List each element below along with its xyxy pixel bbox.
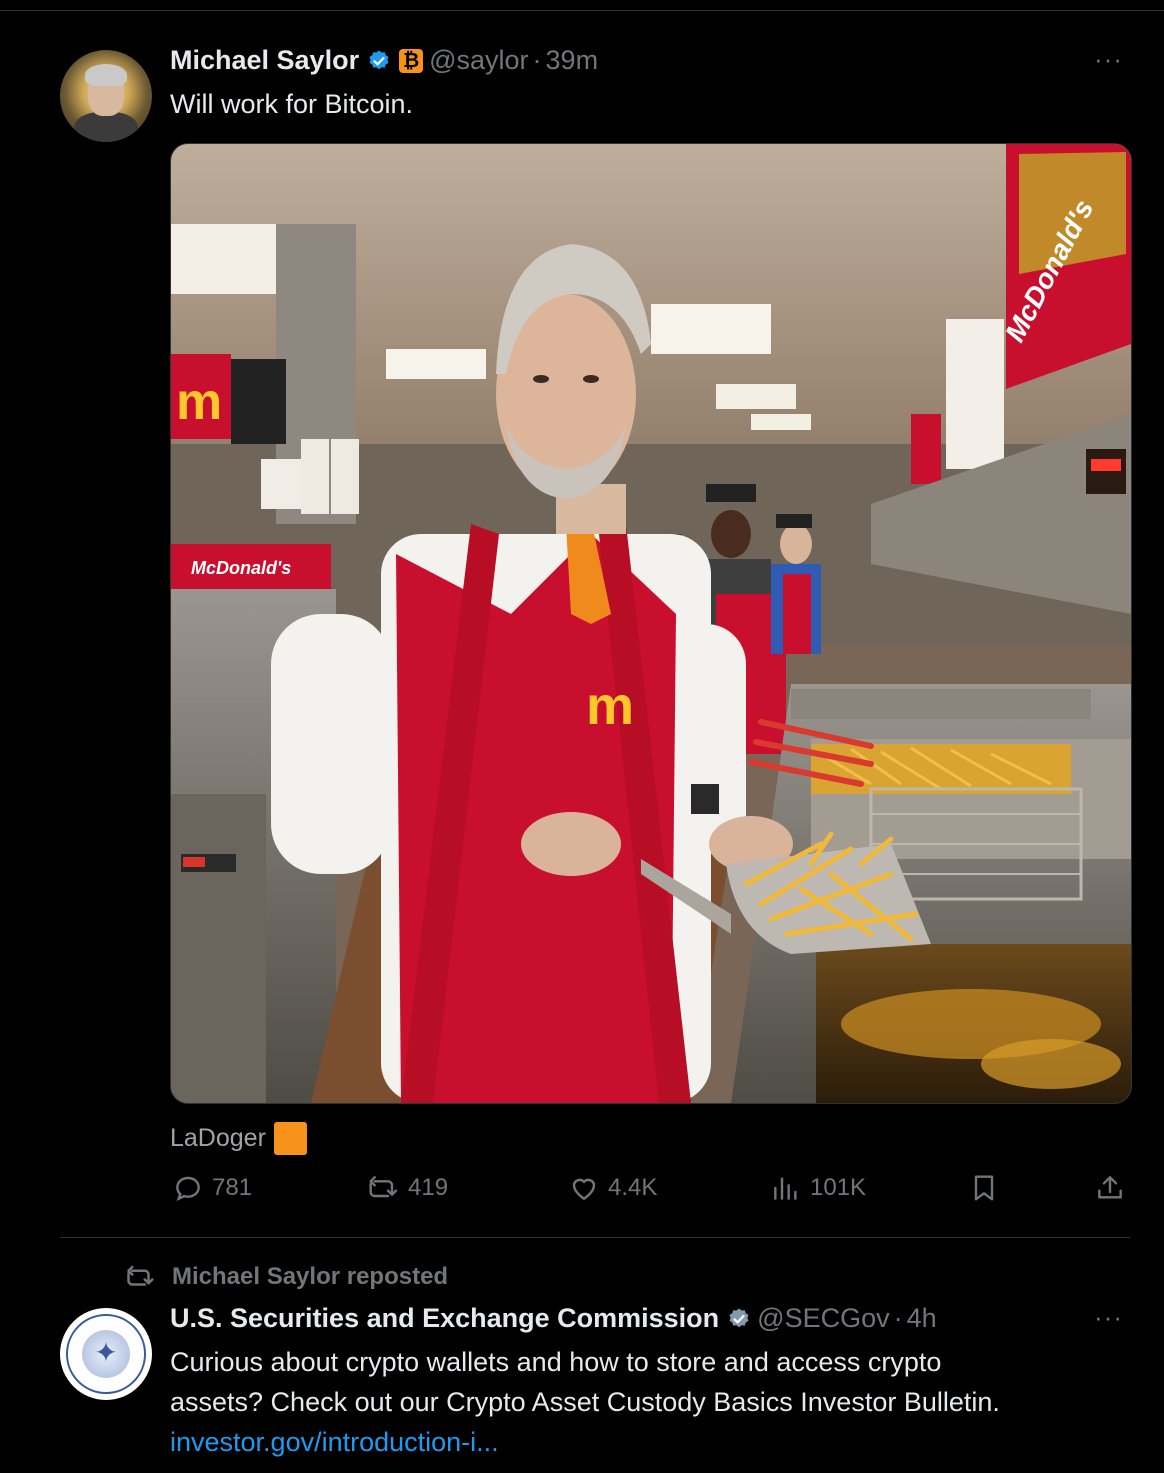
author-name[interactable]: Michael Saylor [170, 45, 359, 76]
repost-icon [369, 1176, 398, 1198]
tweet2-text: Curious about crypto wallets and how to … [170, 1342, 1000, 1462]
author-handle[interactable]: @SECGov [757, 1303, 889, 1334]
share-icon [1098, 1176, 1122, 1199]
repost-indicator-icon [127, 1265, 154, 1286]
tweet1-actions: 781 419 4.4K 101K [0, 1172, 1164, 1212]
top-divider [0, 10, 1164, 11]
tweet2-text-line1: Curious about crypto wallets and how to … [170, 1347, 942, 1377]
repost-count: 419 [408, 1174, 449, 1201]
author-name[interactable]: U.S. Securities and Exchange Commission [170, 1303, 719, 1334]
avatar-body [74, 112, 138, 142]
avatar-hair [85, 64, 127, 86]
eagle-icon: ✦ [94, 1337, 118, 1368]
separator-dot: · [532, 45, 542, 75]
bookmark-icon [974, 1175, 994, 1201]
heart-icon [572, 1178, 596, 1201]
view-count: 101K [810, 1174, 867, 1201]
post-time[interactable]: 4h [907, 1303, 937, 1334]
image-caption: LaDoger [170, 1122, 307, 1155]
post-time[interactable]: 39m [546, 45, 599, 76]
bookmark-button[interactable] [968, 1172, 1008, 1204]
repost-indicator[interactable]: Michael Saylor reposted [126, 1262, 448, 1292]
tweet2-link[interactable]: investor.gov/introduction-i... [170, 1422, 1000, 1462]
reply-count: 781 [212, 1174, 253, 1201]
mcdonalds-sign-small: McDonald's [191, 558, 291, 578]
reply-icon [176, 1176, 200, 1201]
verified-badge-icon [369, 50, 389, 69]
author-handle[interactable]: @saylor [429, 45, 528, 76]
verified-gray-badge-icon [729, 1308, 749, 1327]
tweet2-text-line2: assets? Check out our Crypto Asset Custo… [170, 1387, 1000, 1417]
separator-dot: · [893, 1303, 903, 1333]
share-button[interactable] [1094, 1172, 1134, 1204]
avatar-sec[interactable]: ✦ [60, 1308, 152, 1400]
orange-square-icon [273, 1122, 307, 1155]
tweet-divider [60, 1237, 1130, 1238]
more-options-icon[interactable]: ··· [1094, 1302, 1123, 1333]
caption-text: LaDoger [170, 1124, 266, 1152]
kitchen-photo: m McDonald's McDonald's m [171, 144, 1131, 1103]
tweet-media-image[interactable]: m McDonald's McDonald's m [170, 143, 1132, 1104]
apron-logo: m [586, 676, 634, 736]
more-options-icon[interactable]: ··· [1094, 44, 1123, 75]
like-button[interactable]: 4.4K [568, 1172, 657, 1204]
tweet1-header: Michael Saylor ₿ @saylor · 39m [170, 45, 598, 76]
like-count: 4.4K [608, 1174, 658, 1201]
avatar-saylor[interactable] [60, 50, 152, 142]
reply-button[interactable]: 781 [172, 1172, 252, 1204]
tweet2-header: U.S. Securities and Exchange Commission … [170, 1303, 937, 1334]
bitcoin-badge-icon: ₿ [399, 48, 424, 73]
views-button[interactable]: 101K [770, 1172, 866, 1204]
repost-button[interactable]: 419 [368, 1172, 448, 1204]
repost-indicator-text: Michael Saylor reposted [172, 1263, 449, 1290]
views-chart-icon [774, 1177, 797, 1200]
tweet-text: Will work for Bitcoin. [170, 89, 414, 119]
svg-text:m: m [176, 373, 222, 431]
